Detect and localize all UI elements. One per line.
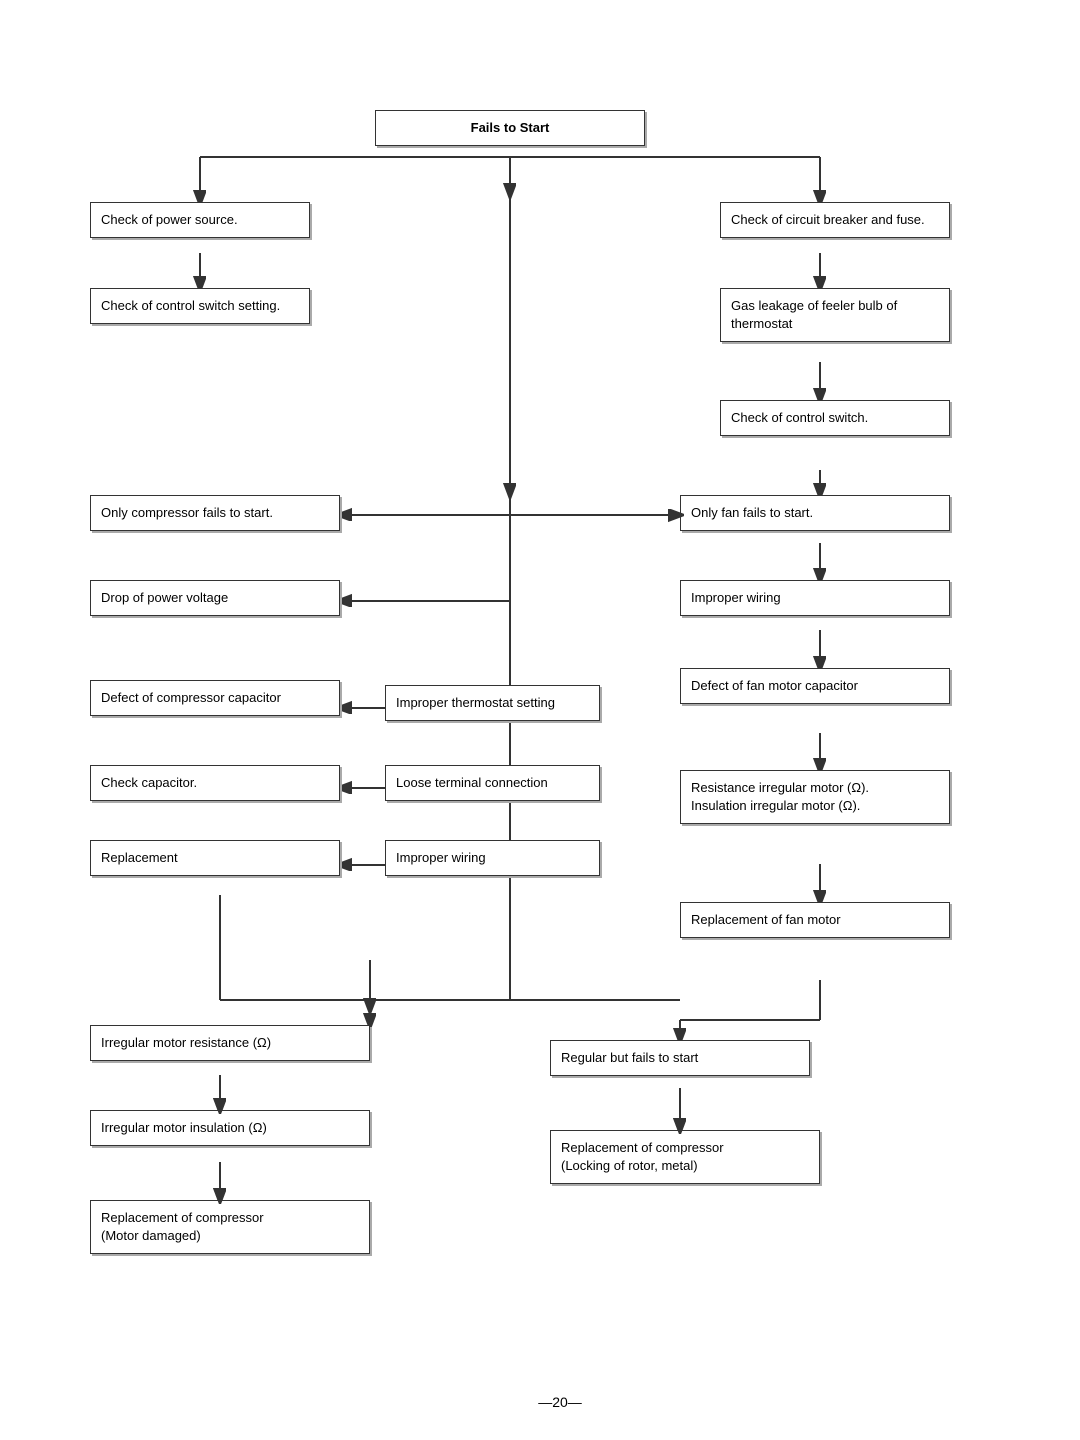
box-check-circuit-breaker: Check of circuit breaker and fuse. <box>720 202 950 238</box>
box-resistance-irregular: Resistance irregular motor (Ω).Insulatio… <box>680 770 950 824</box>
box-replacement-compressor-motor: Replacement of compressor(Motor damaged) <box>90 1200 370 1254</box>
box-irregular-motor-resistance: Irregular motor resistance (Ω) <box>90 1025 370 1061</box>
box-improper-wiring-fan: Improper wiring <box>680 580 950 616</box>
box-only-compressor-fails: Only compressor fails to start. <box>90 495 340 531</box>
page: Fails to Start Check of power source. Ch… <box>0 0 1080 1440</box>
box-improper-thermostat: Improper thermostat setting <box>385 685 600 721</box>
box-check-capacitor: Check capacitor. <box>90 765 340 801</box>
box-replacement: Replacement <box>90 840 340 876</box>
box-check-control-switch: Check of control switch. <box>720 400 950 436</box>
box-replacement-compressor-locking: Replacement of compressor(Locking of rot… <box>550 1130 820 1184</box>
box-defect-compressor-cap: Defect of compressor capacitor <box>90 680 340 716</box>
box-replacement-fan-motor: Replacement of fan motor <box>680 902 950 938</box>
box-defect-fan-motor-cap: Defect of fan motor capacitor <box>680 668 950 704</box>
box-check-power-source: Check of power source. <box>90 202 310 238</box>
flowchart: Fails to Start Check of power source. Ch… <box>20 40 1060 1380</box>
box-irregular-motor-insulation: Irregular motor insulation (Ω) <box>90 1110 370 1146</box>
page-number: —20— <box>20 1394 1080 1410</box>
box-gas-leakage: Gas leakage of feeler bulb of thermostat <box>720 288 950 342</box>
box-fails-to-start: Fails to Start <box>375 110 645 146</box>
box-check-control-switch-setting: Check of control switch setting. <box>90 288 310 324</box>
box-regular-but-fails: Regular but fails to start <box>550 1040 810 1076</box>
box-only-fan-fails: Only fan fails to start. <box>680 495 950 531</box>
box-drop-power-voltage: Drop of power voltage <box>90 580 340 616</box>
box-loose-terminal: Loose terminal connection <box>385 765 600 801</box>
box-improper-wiring-center: Improper wiring <box>385 840 600 876</box>
